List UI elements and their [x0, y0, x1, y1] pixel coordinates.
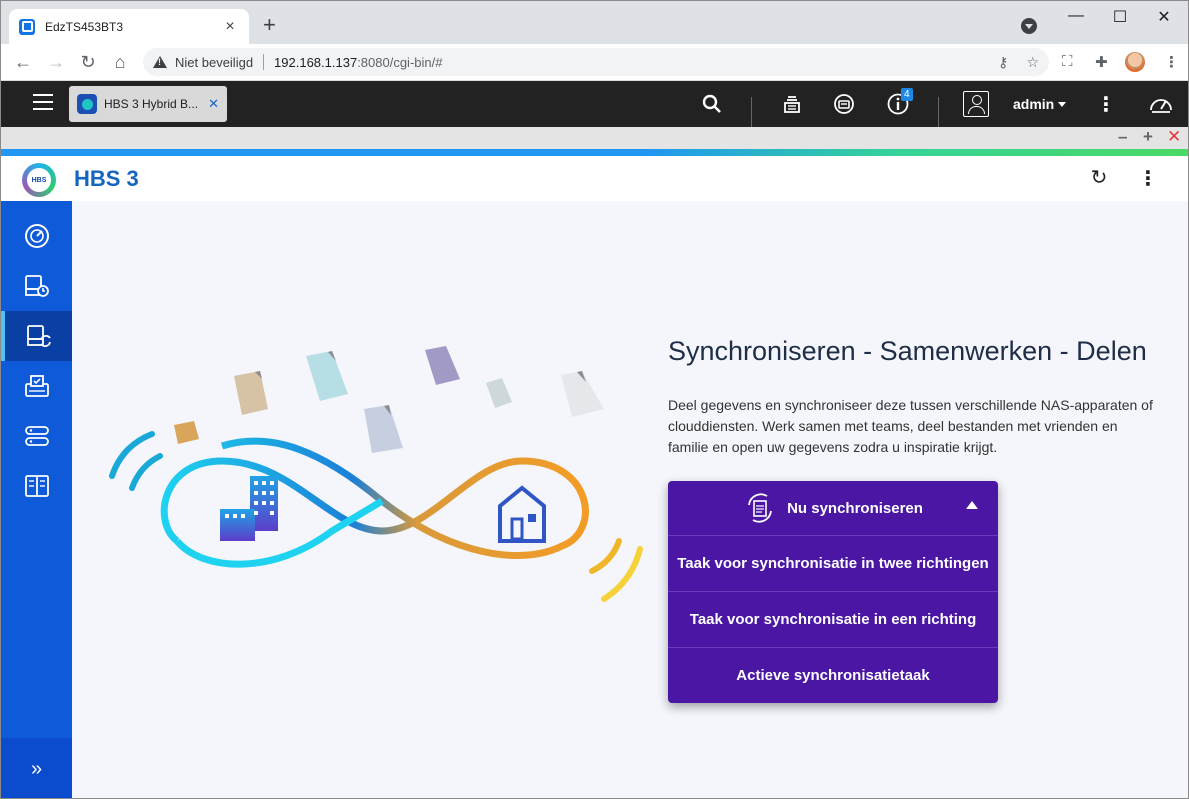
address-bar[interactable]: Niet beveiligd 192.168.1.137:8080/cgi-bi… [143, 48, 1049, 76]
app-header: HBS HBS 3 ↻ ⋮ [1, 156, 1188, 201]
hbs-logo-icon: HBS [22, 163, 56, 197]
qnap-favicon-icon [19, 18, 35, 35]
search-icon[interactable] [701, 91, 723, 117]
divider [938, 97, 939, 127]
sidebar-item-sync[interactable] [1, 311, 72, 361]
screenshot-extension-icon[interactable]: ⛶ [1062, 53, 1073, 70]
minimize-button[interactable]: — [1053, 7, 1099, 27]
app-tab-label: HBS 3 Hybrid B... [104, 97, 199, 111]
dashboard-icon [24, 224, 49, 248]
notification-icon[interactable]: 4 [886, 88, 913, 117]
chevron-down-icon[interactable] [1058, 102, 1066, 107]
page-title: Synchroniseren - Samenwerken - Delen [668, 336, 1147, 366]
new-tab-button[interactable]: + [263, 14, 276, 36]
reload-icon[interactable]: ↻ [76, 50, 100, 74]
bookmark-star-icon[interactable]: ☆ [1026, 54, 1039, 71]
main-menu-icon[interactable] [33, 94, 53, 110]
maximize-app-icon[interactable]: + [1143, 128, 1153, 146]
signal-right-icon [589, 538, 622, 574]
resource-monitor-icon[interactable] [1147, 91, 1175, 117]
more-options-icon[interactable]: ⋮ [1138, 168, 1158, 190]
notification-count-badge: 4 [901, 88, 913, 101]
sync-document-icon [748, 493, 772, 523]
back-arrow-icon[interactable]: ← [11, 50, 35, 74]
sidebar-item-backup-restore[interactable] [1, 261, 72, 311]
close-app-icon[interactable]: ✕ [1167, 128, 1181, 146]
refresh-icon[interactable]: ↻ [1089, 168, 1109, 188]
sidebar-item-storage-spaces[interactable] [1, 411, 72, 461]
warning-icon[interactable] [153, 56, 167, 68]
main-content: Synchroniseren - Samenwerken - Delen Dee… [72, 201, 1188, 798]
expand-sidebar-button[interactable]: » [1, 738, 72, 798]
external-device-icon[interactable] [832, 91, 856, 117]
key-icon[interactable]: ⚷ [998, 54, 1008, 71]
services-icon [24, 475, 49, 497]
office-building-icon [220, 476, 278, 541]
close-window-button[interactable]: ✕ [1141, 7, 1187, 27]
sync-now-label: Nu synchroniseren [787, 499, 923, 517]
sidebar-item-overview[interactable] [1, 211, 72, 261]
active-sync-job-button[interactable]: Actieve synchronisatietaak [668, 647, 998, 703]
hbs-app-icon [77, 94, 97, 114]
home-icon[interactable]: ⌂ [108, 50, 132, 74]
sync-menu: Nu synchroniseren Taak voor synchronisat… [668, 481, 998, 703]
qts-top-bar: HBS 3 Hybrid B... ✕ 4 admin ⋮ [1, 81, 1188, 127]
tab-search-icon[interactable] [1021, 18, 1037, 34]
browser-tab[interactable]: EdzTS453BT3 × [9, 9, 249, 44]
close-tab-icon[interactable]: × [221, 18, 239, 36]
one-way-sync-button[interactable]: Taak voor synchronisatie in een richting [668, 591, 998, 647]
divider [263, 54, 265, 70]
storage-icon [24, 426, 49, 446]
collapse-caret-icon[interactable] [966, 501, 978, 509]
sidebar: » [1, 201, 72, 798]
divider [751, 97, 752, 127]
two-way-sync-button[interactable]: Taak voor synchronisatie in twee richtin… [668, 535, 998, 591]
sidebar-item-tasks[interactable] [1, 361, 72, 411]
app-tab-hbs3[interactable]: HBS 3 Hybrid B... ✕ [69, 86, 227, 122]
backup-restore-icon [24, 275, 49, 297]
page-description: Deel gegevens en synchroniseer deze tuss… [668, 397, 1153, 455]
url-host: 192.168.1.137 [274, 54, 358, 70]
security-label[interactable]: Niet beveiligd [175, 55, 253, 70]
minimize-app-icon[interactable]: – [1118, 128, 1127, 146]
sync-now-button[interactable]: Nu synchroniseren [668, 481, 998, 535]
extensions-puzzle-icon[interactable]: ✚ [1095, 53, 1108, 71]
sync-illustration [109, 346, 643, 602]
user-name[interactable]: admin [1013, 96, 1054, 112]
sidebar-item-services[interactable] [1, 461, 72, 511]
document-icon [174, 346, 604, 453]
background-tasks-icon[interactable] [780, 91, 804, 117]
browser-tab-strip: EdzTS453BT3 × + — ☐ ✕ [1, 1, 1188, 44]
home-icon [498, 485, 546, 543]
close-app-tab-icon[interactable]: ✕ [208, 96, 219, 112]
app-window-controls: – + ✕ [1, 127, 1188, 149]
url-text[interactable]: 192.168.1.137:8080/cgi-bin/# [274, 55, 442, 70]
browser-window: EdzTS453BT3 × + — ☐ ✕ ← → ↻ ⌂ Niet bevei… [0, 0, 1189, 799]
user-icon[interactable] [963, 91, 989, 117]
forward-arrow-icon[interactable]: → [44, 50, 68, 74]
browser-tab-title: EdzTS453BT3 [45, 19, 124, 34]
accent-bar [1, 149, 1188, 156]
tasks-icon [24, 375, 49, 397]
profile-avatar[interactable] [1125, 52, 1145, 72]
app-title: HBS 3 [74, 166, 139, 191]
sync-icon [26, 325, 51, 347]
url-path: :8080/cgi-bin/# [357, 54, 443, 70]
chrome-menu-icon[interactable]: ⋮ [1164, 53, 1179, 71]
maximize-button[interactable]: ☐ [1097, 7, 1143, 27]
more-options-icon[interactable]: ⋮ [1096, 91, 1116, 117]
address-bar-row: ← → ↻ ⌂ Niet beveiligd 192.168.1.137:808… [1, 44, 1188, 81]
